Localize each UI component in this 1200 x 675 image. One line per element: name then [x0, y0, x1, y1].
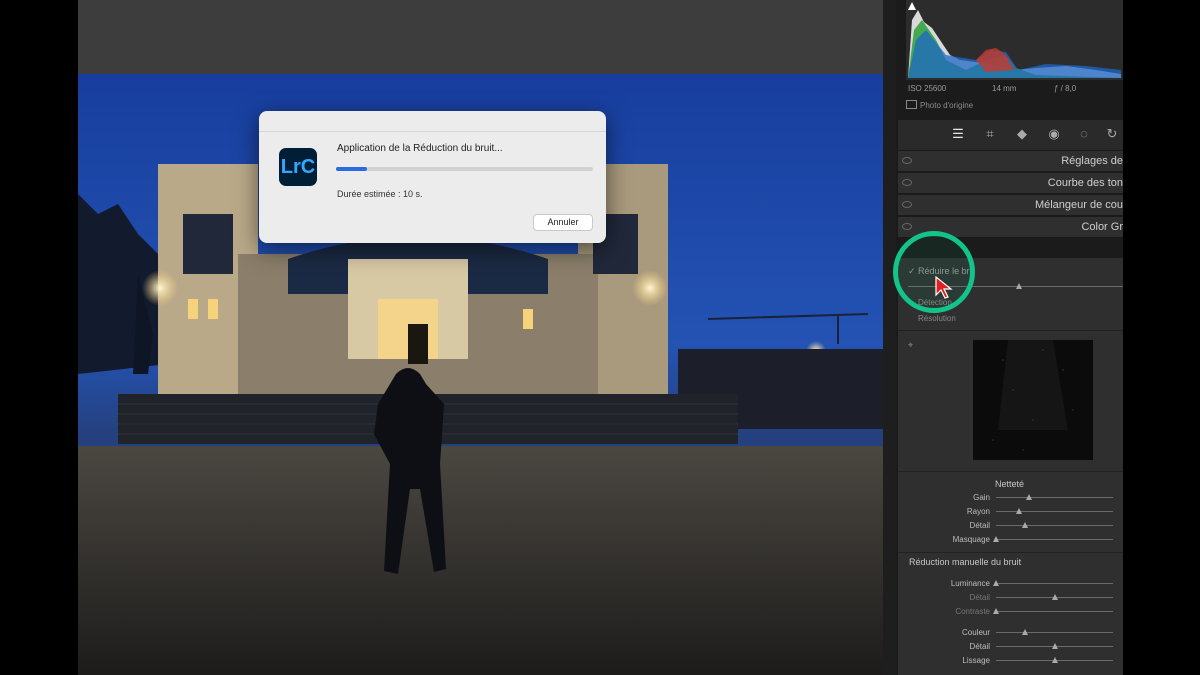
original-photo-toggle[interactable]: Photo d'origine — [906, 100, 973, 110]
section-tone-curve[interactable]: Courbe des ton — [898, 173, 1123, 194]
eye-icon[interactable] — [902, 179, 912, 186]
slider-label: Détail — [969, 593, 990, 602]
slider-label: Détail — [969, 642, 990, 651]
slider-track[interactable] — [996, 525, 1113, 526]
section-label: Réglages de — [1061, 155, 1123, 167]
dialog-message: Application de la Réduction du bruit... — [337, 143, 503, 154]
slider-thumb[interactable] — [993, 536, 999, 542]
slider-label: Détail — [969, 521, 990, 530]
slider-label: Masquage — [952, 535, 990, 544]
progress-bar — [336, 167, 593, 171]
slider-thumb[interactable] — [993, 608, 999, 614]
section-basic[interactable]: Réglages de — [898, 151, 1123, 172]
slider-track[interactable] — [996, 539, 1113, 540]
section-label: Courbe des ton — [1047, 177, 1123, 189]
slider-track[interactable] — [996, 497, 1113, 498]
slider-label: Lissage — [962, 656, 990, 665]
tool-strip: ☰ ⌗ ◆ ◉ ◌ ↻ — [898, 120, 1123, 150]
lightroom-window: ISO 25600 14 mm ƒ / 8,0 Photo d'origine … — [78, 0, 1123, 675]
detail-preview — [973, 340, 1093, 460]
aperture-value: ƒ / 8,0 — [1054, 84, 1077, 93]
slider-thumb[interactable] — [993, 580, 999, 586]
eraser-icon[interactable]: ◆ — [1014, 126, 1030, 142]
divider — [898, 471, 1123, 472]
original-photo-label: Photo d'origine — [920, 101, 974, 110]
cursor-icon — [935, 276, 953, 299]
slider-track[interactable] — [996, 511, 1113, 512]
eye-icon[interactable] — [902, 157, 912, 164]
sliders-icon[interactable]: ☰ — [950, 126, 966, 142]
target-icon[interactable]: ⌖ — [908, 340, 913, 351]
slider-label: Couleur — [961, 628, 990, 637]
dialog-titlebar — [259, 131, 606, 132]
eye-icon[interactable] — [902, 223, 912, 230]
lightroom-logo-icon: LrC — [279, 148, 317, 186]
focal-length: 14 mm — [992, 84, 1017, 93]
slider-thumb[interactable] — [1022, 522, 1029, 528]
progress-fill — [336, 167, 367, 171]
section-color-mixer[interactable]: Mélangeur de cou — [898, 195, 1123, 216]
estimated-time: Durée estimée : 10 s. — [337, 189, 423, 199]
slider-thumb[interactable] — [1051, 657, 1058, 663]
slider-track[interactable] — [996, 611, 1113, 612]
resolution-label: Résolution — [918, 314, 956, 323]
photo-canvas — [78, 0, 896, 675]
slider-thumb[interactable] — [1025, 494, 1032, 500]
slider-thumb[interactable] — [1051, 594, 1058, 600]
histogram — [906, 0, 1123, 80]
panel-divider[interactable] — [883, 0, 896, 675]
highlight-ring — [893, 231, 975, 313]
progress-dialog: LrC Application de la Réduction du bruit… — [259, 111, 606, 243]
divider — [898, 330, 1123, 331]
masking-icon[interactable]: ◌ — [1076, 126, 1092, 142]
manual-nr-header: Réduction manuelle du bruit — [909, 557, 1022, 567]
crop-icon[interactable]: ⌗ — [982, 126, 998, 142]
slider-thumb[interactable] — [1022, 629, 1029, 635]
iso-value: ISO 25600 — [908, 84, 947, 93]
sharpening-header: Netteté — [995, 479, 1025, 489]
red-eye-icon[interactable]: ◉ — [1046, 126, 1062, 142]
eye-icon[interactable] — [902, 201, 912, 208]
slider-label: Contraste — [955, 607, 990, 616]
exif-info: ISO 25600 14 mm ƒ / 8,0 — [896, 84, 1123, 98]
detail-section: ✓ Réduire le bru Détection Résolution ⌖ … — [898, 258, 1123, 675]
divider — [898, 552, 1123, 553]
section-label: Color Gr — [1081, 221, 1123, 233]
slider-label: Gain — [973, 493, 990, 502]
sync-icon[interactable]: ↻ — [1104, 126, 1120, 142]
slider-label: Luminance — [950, 579, 990, 588]
checkbox-icon — [906, 100, 917, 109]
slider-track[interactable] — [996, 583, 1113, 584]
slider-track[interactable] — [996, 632, 1113, 633]
section-label: Mélangeur de cou — [1034, 199, 1123, 211]
cancel-button[interactable]: Annuler — [533, 214, 593, 231]
develop-panel: ISO 25600 14 mm ƒ / 8,0 Photo d'origine … — [896, 0, 1123, 675]
slider-thumb[interactable] — [1051, 643, 1058, 649]
slider-label: Rayon — [966, 507, 990, 516]
denoise-slider-thumb[interactable] — [1016, 283, 1022, 289]
slider-thumb[interactable] — [1016, 508, 1023, 514]
